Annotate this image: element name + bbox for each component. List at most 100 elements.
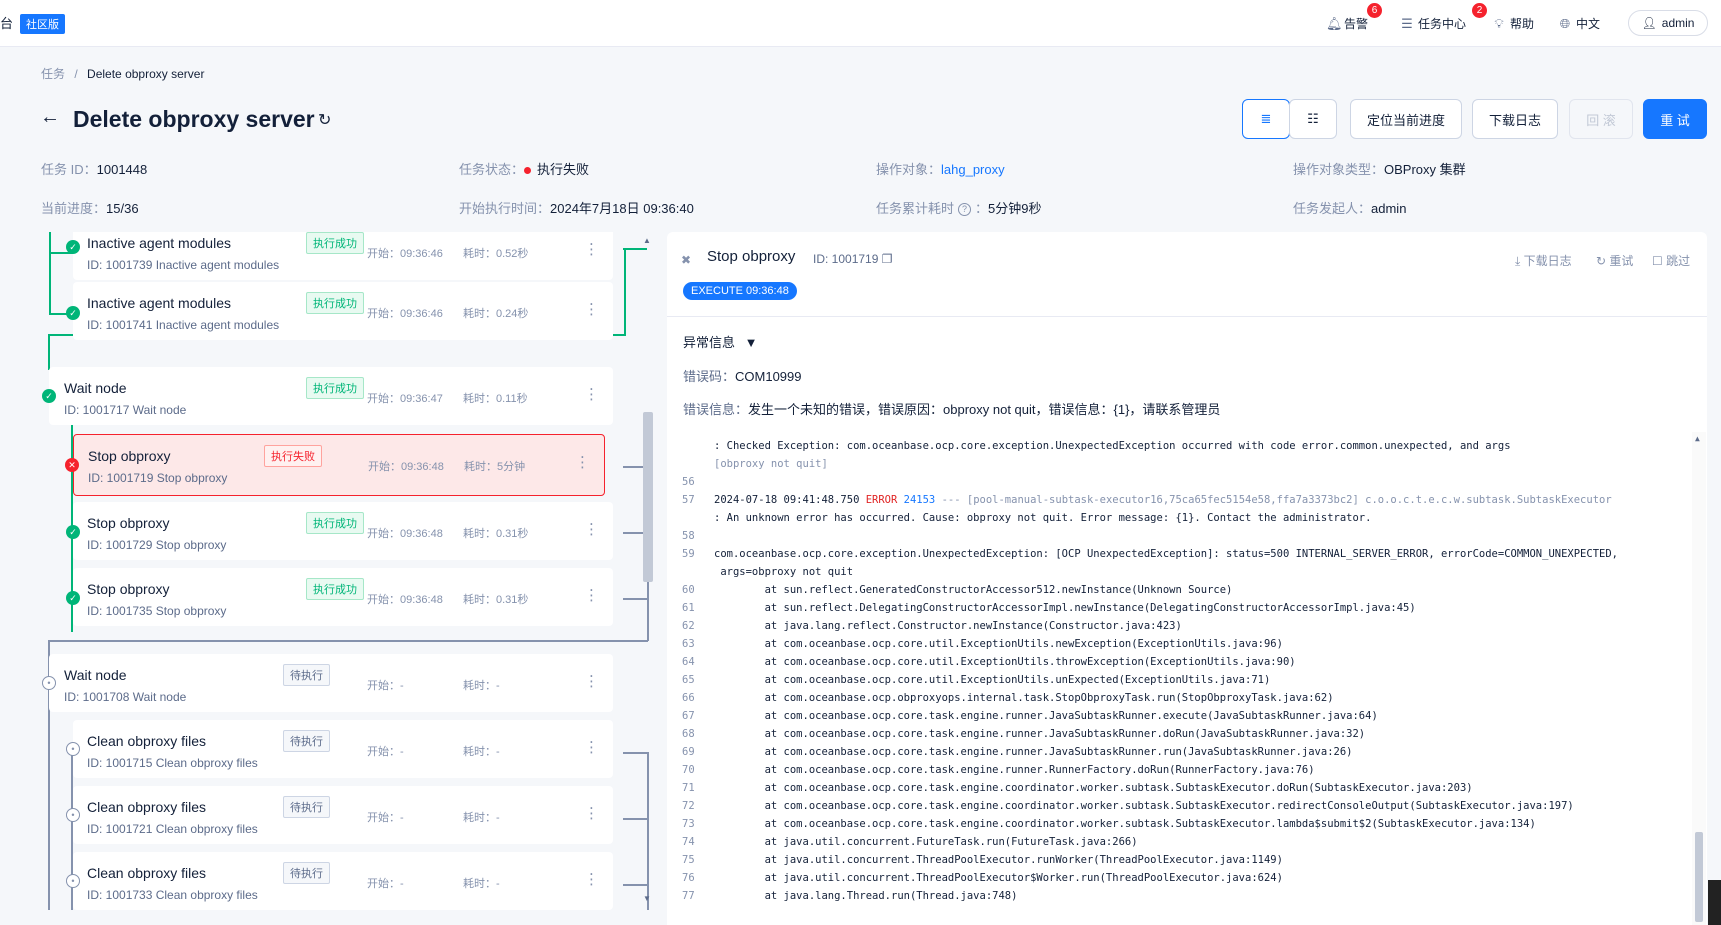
breadcrumb-root[interactable]: 任务: [41, 67, 65, 81]
bulb-icon: 💡︎: [1494, 15, 1504, 31]
copy-icon[interactable]: ❐: [882, 252, 893, 266]
task-tree: Inactive agent modules ID: 1001739 Inacti…: [41, 232, 656, 910]
success-icon: ✓: [66, 240, 80, 254]
status-tag: 待执行: [283, 664, 330, 686]
tool-icon: ✖: [681, 253, 692, 267]
more-icon[interactable]: ⋮: [584, 520, 599, 538]
more-icon[interactable]: ⋮: [584, 586, 599, 604]
tree-view-button[interactable]: ☷: [1289, 99, 1337, 139]
task-center-nav[interactable]: ☰ 任务中心 2: [1400, 3, 1487, 32]
connector-line: [49, 232, 51, 315]
node-id: ID: 1001735 Stop obproxy: [87, 604, 227, 618]
alarm-nav[interactable]: 🔔︎ 告警 6: [1326, 3, 1382, 32]
status-tag: 执行成功: [306, 232, 364, 254]
node-id: ID: 1001717 Wait node: [64, 403, 187, 417]
panel-retry[interactable]: ↻ 重试: [1596, 252, 1633, 269]
node-name: Clean obproxy files: [87, 733, 207, 749]
node-duration: 耗时：-: [463, 746, 500, 758]
operation-target: 操作对象：lahg_proxy: [876, 162, 1005, 177]
scroll-down-icon[interactable]: ▼: [643, 894, 651, 903]
tree-scrollbar[interactable]: ▲ ▼: [642, 232, 654, 910]
help-nav[interactable]: 💡︎ 帮助: [1492, 15, 1534, 32]
locate-progress-button[interactable]: 定位当前进度: [1350, 99, 1462, 139]
task-node[interactable]: Clean obproxy files ID: 1001721 Clean obp…: [73, 786, 613, 844]
more-icon[interactable]: ⋮: [584, 672, 599, 690]
task-node[interactable]: Wait node ID: 1001717 Wait node 执行成功 开始：0…: [49, 367, 613, 425]
user-menu[interactable]: 👤︎ admin: [1628, 10, 1708, 36]
download-log-button[interactable]: 下载日志: [1472, 99, 1558, 139]
panel-download-log[interactable]: ⤓ 下载日志: [1515, 252, 1572, 269]
connector-line: [48, 640, 648, 642]
elapsed-time: 任务累计耗时? ：5分钟9秒: [876, 201, 1042, 217]
status-tag: 待执行: [283, 862, 330, 884]
error-info: 错误信息：发生一个未知的错误，错误原因：obproxy not quit，错误信…: [683, 402, 1221, 417]
rollback-button[interactable]: 回 滚: [1569, 99, 1633, 139]
more-icon[interactable]: ⋮: [584, 300, 599, 318]
more-icon[interactable]: ⋮: [584, 738, 599, 756]
node-id: ID: 1001708 Wait node: [64, 690, 187, 704]
window-scrollbar[interactable]: [1708, 880, 1721, 925]
node-name: Stop obproxy: [88, 448, 171, 464]
alarm-count-badge: 6: [1367, 3, 1382, 18]
task-node[interactable]: Wait node ID: 1001708 Wait node 待执行 开始：- 耗…: [49, 654, 613, 712]
log-viewer[interactable]: : Checked Exception: com.oceanbase.ocp.c…: [667, 432, 1707, 925]
detail-id: ID: 1001719 ❐: [813, 252, 893, 266]
back-arrow-icon[interactable]: ←: [40, 106, 60, 129]
refresh-icon[interactable]: ↻: [318, 110, 331, 130]
node-id: ID: 1001739 Inactive agent modules: [87, 258, 280, 272]
list-icon: ☰: [1401, 15, 1413, 31]
connector-line: [48, 334, 50, 370]
scrollbar-thumb[interactable]: [643, 412, 653, 582]
task-node[interactable]: Clean obproxy files ID: 1001715 Clean obp…: [73, 720, 613, 778]
task-initiator: 任务发起人：admin: [1293, 201, 1407, 216]
retry-button[interactable]: 重 试: [1643, 99, 1707, 139]
pending-icon: •: [66, 874, 80, 888]
task-center-label: 任务中心: [1418, 17, 1467, 31]
status-tag: 执行成功: [306, 292, 364, 314]
more-icon[interactable]: ⋮: [584, 804, 599, 822]
success-icon: ✓: [42, 389, 56, 403]
node-duration: 耗时：0.31秒: [463, 528, 529, 540]
scroll-up-icon[interactable]: ▲: [1695, 434, 1700, 443]
status-dot: [524, 167, 532, 175]
more-icon[interactable]: ⋮: [584, 385, 599, 403]
panel-skip[interactable]: ☐ 跳过: [1652, 252, 1690, 269]
task-node[interactable]: Inactive agent modules ID: 1001741 Inacti…: [73, 282, 613, 340]
node-start-time: 开始：-: [367, 746, 404, 758]
scroll-up-icon[interactable]: ▲: [643, 236, 651, 245]
task-node[interactable]: Clean obproxy files ID: 1001733 Clean obp…: [73, 852, 613, 910]
scrollbar-thumb[interactable]: [1695, 832, 1703, 922]
node-id: ID: 1001715 Clean obproxy files: [87, 756, 258, 770]
node-start-time: 开始：-: [367, 812, 404, 824]
node-start-time: 开始：09:36:47: [367, 393, 443, 405]
status-tag: 执行成功: [306, 377, 364, 399]
exception-toggle[interactable]: 异常信息 ▼: [683, 332, 758, 351]
more-icon[interactable]: ⋮: [584, 870, 599, 888]
current-progress: 当前进度：15/36: [41, 201, 139, 216]
task-node-failed[interactable]: Stop obproxy ID: 1001719 Stop obproxy 执行失…: [73, 434, 605, 496]
list-view-button[interactable]: ≣: [1242, 99, 1290, 139]
target-link[interactable]: lahg_proxy: [941, 162, 1005, 177]
more-icon[interactable]: ⋮: [584, 240, 599, 258]
caret-down-icon: ▼: [744, 335, 758, 350]
node-name: Clean obproxy files: [87, 799, 207, 815]
page-title: Delete obproxy server: [73, 106, 315, 132]
pending-icon: •: [66, 808, 80, 822]
task-detail-panel: ✖ Stop obproxy ID: 1001719 ❐ ⤓ 下载日志 ↻ 重试…: [667, 232, 1707, 925]
node-start-time: 开始：09:36:46: [367, 308, 443, 320]
task-node[interactable]: Stop obproxy ID: 1001729 Stop obproxy 执行成…: [73, 502, 613, 560]
node-id: ID: 1001729 Stop obproxy: [87, 538, 227, 552]
task-node[interactable]: Stop obproxy ID: 1001735 Stop obproxy 执行成…: [73, 568, 613, 626]
connector-line: [624, 248, 626, 336]
node-name: Stop obproxy: [87, 515, 170, 531]
node-duration: 耗时：0.24秒: [463, 308, 529, 320]
node-duration: 耗时：-: [463, 680, 500, 692]
node-duration: 耗时：0.52秒: [463, 248, 529, 260]
task-node[interactable]: Inactive agent modules ID: 1001739 Inacti…: [73, 232, 613, 280]
log-scrollbar[interactable]: ▲: [1692, 432, 1706, 925]
node-id: ID: 1001741 Inactive agent modules: [87, 318, 280, 332]
help-icon[interactable]: ?: [958, 203, 972, 217]
language-nav[interactable]: 🌐︎ 中文: [1558, 15, 1600, 32]
status-tag: 待执行: [283, 730, 330, 752]
more-icon[interactable]: ⋮: [575, 453, 590, 471]
